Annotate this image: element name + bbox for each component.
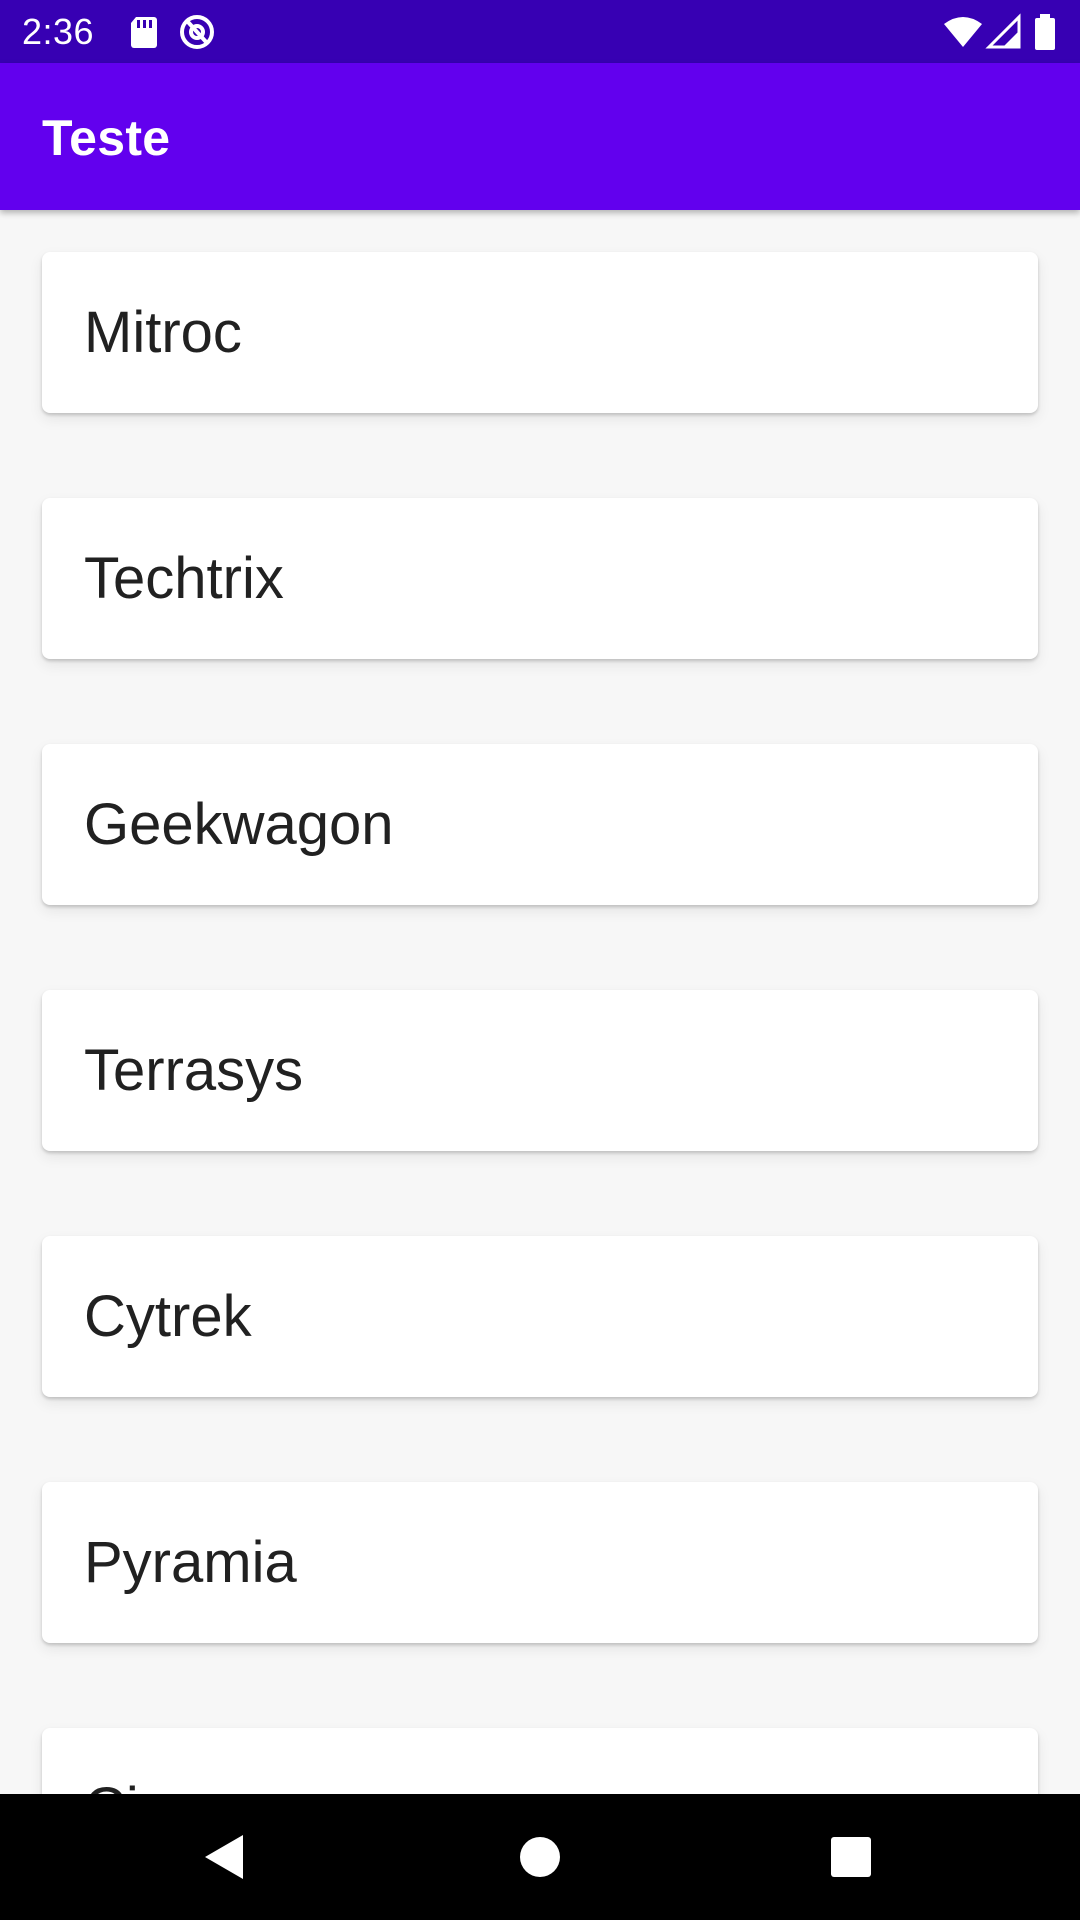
list-item[interactable]: Geekwagon — [42, 744, 1038, 905]
list-item-label: Techtrix — [84, 546, 284, 611]
list-item[interactable]: Techtrix — [42, 498, 1038, 659]
list-item[interactable]: Cytrek — [42, 1236, 1038, 1397]
app-title: Teste — [42, 110, 171, 166]
app-bar: Teste — [0, 63, 1080, 210]
list-item-label: Cytrek — [84, 1284, 252, 1349]
back-icon[interactable] — [185, 1817, 265, 1897]
list-item-label: Terrasys — [84, 1038, 304, 1103]
sd-card-icon — [124, 13, 164, 51]
list-item[interactable]: Mitroc — [42, 252, 1038, 413]
home-icon[interactable] — [500, 1817, 580, 1897]
cellular-signal-icon — [985, 13, 1025, 51]
status-time: 2:36 — [22, 11, 95, 52]
company-list[interactable]: Mitroc Techtrix Geekwagon Terrasys Cytre… — [0, 210, 1080, 1794]
navigation-bar — [0, 1794, 1080, 1920]
wifi-icon — [943, 13, 983, 51]
list-item[interactable]: Pyramia — [42, 1482, 1038, 1643]
battery-icon — [1030, 13, 1060, 51]
list-item-label: Circ — [84, 1776, 187, 1794]
list-item-label: Mitroc — [84, 300, 242, 365]
recents-icon[interactable] — [811, 1817, 891, 1897]
list-item[interactable]: Terrasys — [42, 990, 1038, 1151]
at-sign-icon — [177, 13, 217, 51]
status-bar: 2:36 — [0, 0, 1080, 63]
list-item-label: Pyramia — [84, 1530, 297, 1595]
list-item-label: Geekwagon — [84, 792, 394, 857]
list-item[interactable]: Circ — [42, 1728, 1038, 1794]
